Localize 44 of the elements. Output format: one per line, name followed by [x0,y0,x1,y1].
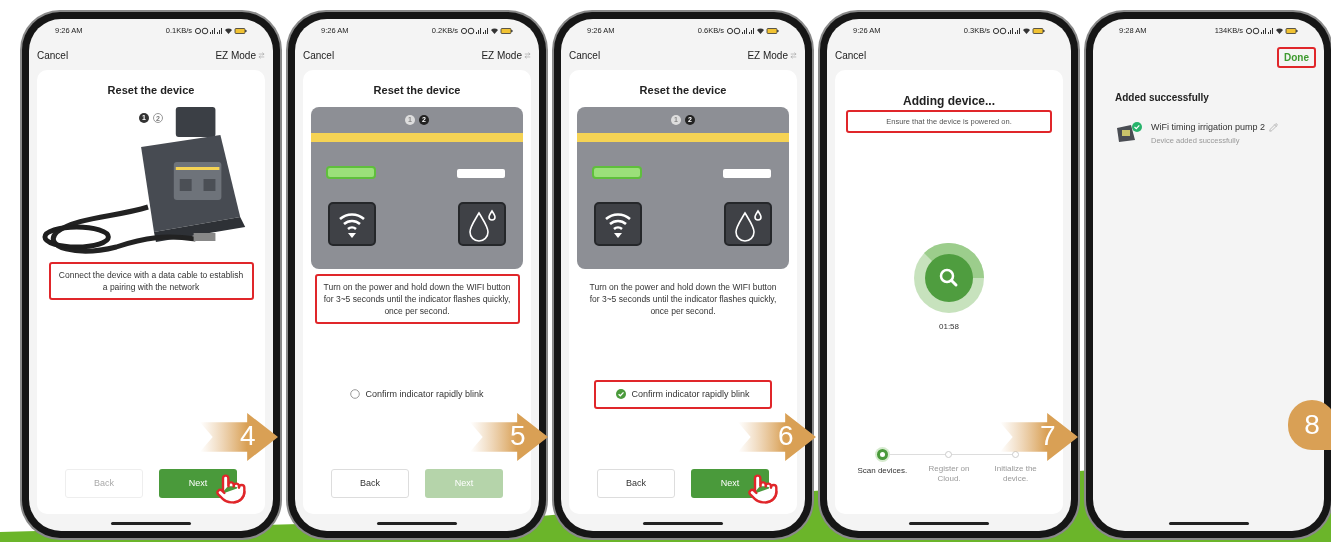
swap-icon [258,51,265,59]
instruction-text: Turn on the power and hold down the WIFI button for 3~5 seconds until the indicator flashes quickly, once per second. [314,273,520,324]
status-icons-drawing [195,26,247,35]
status-icons-drawing [727,26,779,35]
confirm-label: Confirm indicator rapidly blink [631,387,750,401]
checked-circle-icon [616,389,627,400]
step-number: 5 [510,419,526,453]
cancel-button[interactable]: Cancel [303,47,335,63]
radio-circle-icon [350,389,361,400]
mode-button[interactable]: EZ Mode [481,47,531,63]
step-label: Initialize the device. [993,464,1038,484]
countdown-timer: 01:58 [939,321,959,334]
step-number: 4 [240,419,256,453]
instruction-text: Connect the device with a data cable to establish a pairing with the network [48,261,254,300]
confirm-checkbox[interactable]: Confirm indicator rapidly blink [594,379,772,409]
confirm-checkbox[interactable]: Confirm indicator rapidly blink [328,379,506,409]
confirm-label: Confirm indicator rapidly blink [365,387,484,401]
mode-button[interactable]: EZ Mode [747,47,797,63]
scanning-search-icon [914,243,984,314]
section-heading: Added successfully [1115,91,1210,105]
screen-title: Reset the device [373,83,461,98]
instruction-text: Turn on the power and hold down the WIFI button for 3~5 seconds until the indicator flashes quickly, once per second. [588,280,778,318]
swap-icon [524,51,531,59]
swap-icon [790,51,797,59]
cancel-button[interactable]: Cancel [835,47,867,63]
edit-icon[interactable] [1269,123,1279,133]
device-icon [1115,122,1143,145]
mode-button[interactable]: EZ Mode [215,47,265,63]
status-icons-drawing [461,26,513,35]
status-icons-drawing [1246,26,1298,35]
step-number: 8 [1304,409,1320,441]
screen-title: Adding device... [903,93,995,110]
cancel-button[interactable]: Cancel [37,47,69,63]
screen-title: Reset the device [639,83,727,98]
status-icons-drawing [993,26,1045,35]
cancel-button[interactable]: Cancel [569,47,601,63]
screen-title: Reset the device [107,83,195,98]
back-button[interactable]: Back [331,468,409,498]
step-label: Register on Cloud. [927,464,971,484]
step-label: Scan devices. [856,466,909,476]
device-name: WiFi timing irrigation pump 2 [1151,121,1266,134]
step-number: 6 [778,419,794,453]
back-button[interactable]: Back [597,468,675,498]
step-number: 7 [1040,419,1056,453]
